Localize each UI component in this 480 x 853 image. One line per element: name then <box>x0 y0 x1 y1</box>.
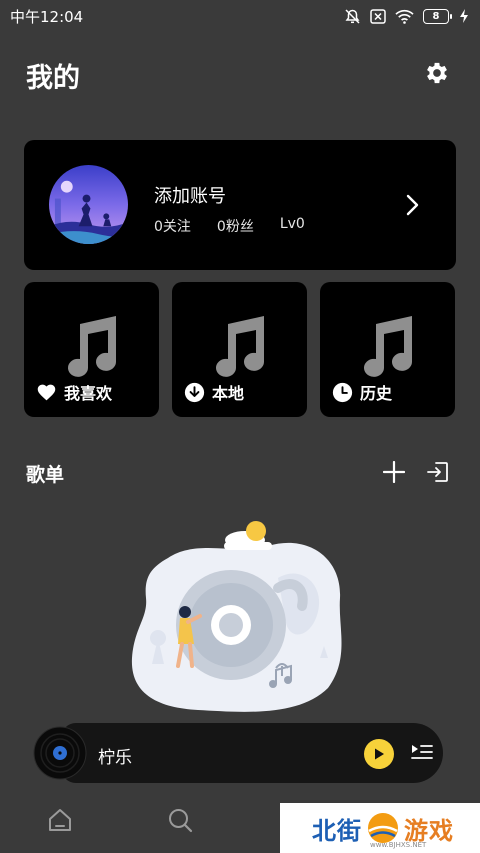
watermark-text: 北街 <box>312 816 362 845</box>
import-playlist-icon[interactable] <box>426 460 450 484</box>
search-icon[interactable] <box>166 806 194 834</box>
clock-icon <box>332 382 353 402</box>
playlist-section-title: 歌单 <box>26 464 65 486</box>
empty-playlist-illustration <box>131 521 342 712</box>
page-title: 我的 <box>26 63 80 94</box>
tile-label: 本地 <box>212 384 245 403</box>
tile-footer: 我喜欢 <box>36 380 112 404</box>
status-icons: 8 <box>344 8 470 25</box>
music-note-icon <box>364 316 412 377</box>
download-icon <box>184 382 205 402</box>
status-bar: 中午12:04 8 <box>0 0 480 32</box>
tile-footer: 本地 <box>184 380 244 404</box>
watermark-logo-icon <box>368 813 398 843</box>
music-note-icon <box>68 316 116 377</box>
tile-favorites[interactable]: 我喜欢 <box>24 282 159 417</box>
sim-off-icon <box>370 8 386 24</box>
playlist-queue-icon[interactable] <box>411 743 433 763</box>
tile-history[interactable]: 历史 <box>320 282 455 417</box>
watermark: 北街 游戏 www.BJHXS.NET <box>280 803 480 853</box>
heart-icon <box>37 384 56 400</box>
fans-count[interactable]: 0粉丝 <box>217 216 254 236</box>
mute-icon <box>345 8 360 24</box>
profile-card[interactable]: 添加账号 0关注 0粉丝 Lv0 <box>24 140 456 270</box>
add-playlist-icon[interactable] <box>383 461 405 483</box>
chevron-right-icon[interactable] <box>404 193 420 217</box>
level-badge: Lv0 <box>279 216 305 232</box>
account-name[interactable]: 添加账号 <box>154 182 226 208</box>
home-icon[interactable] <box>46 806 74 834</box>
status-time: 中午12:04 <box>10 7 84 26</box>
avatar[interactable] <box>49 165 128 244</box>
music-note-icon <box>216 316 264 377</box>
wifi-icon <box>395 9 414 24</box>
tile-local[interactable]: 本地 <box>172 282 307 417</box>
song-title[interactable]: 柠乐 <box>98 743 132 768</box>
play-icon <box>375 748 384 760</box>
album-disc[interactable] <box>33 726 87 780</box>
profile-stats: 0关注 0粉丝 Lv0 <box>154 216 331 236</box>
battery-indicator: 8 <box>423 8 452 24</box>
play-button[interactable] <box>364 739 394 769</box>
charging-icon <box>460 9 468 23</box>
tile-footer: 历史 <box>332 380 392 404</box>
watermark-site: www.BJHXS.NET <box>370 841 427 849</box>
mini-player[interactable]: 柠乐 <box>33 722 443 784</box>
settings-gear-icon[interactable] <box>423 59 451 87</box>
follows-count[interactable]: 0关注 <box>154 216 191 236</box>
tile-label: 我喜欢 <box>64 384 113 403</box>
tile-label: 历史 <box>360 384 393 403</box>
